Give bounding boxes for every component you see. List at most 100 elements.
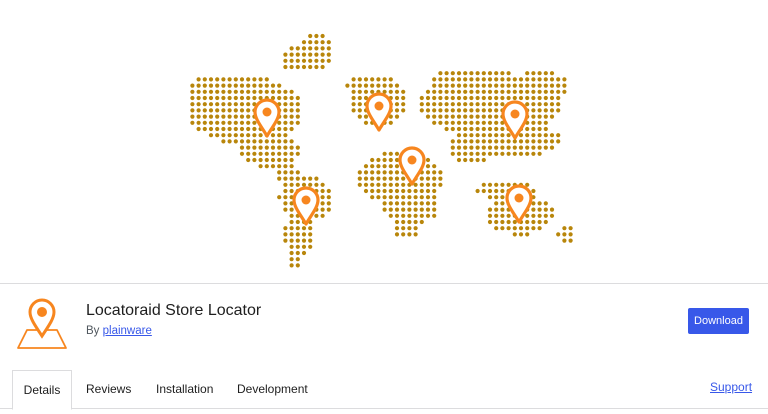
map-dot — [537, 120, 542, 125]
map-dot — [525, 133, 530, 138]
map-dot — [289, 226, 294, 231]
map-dot — [450, 151, 455, 156]
map-dot — [283, 120, 288, 125]
map-dot — [233, 102, 238, 107]
map-dot — [363, 77, 369, 82]
map-dot — [277, 83, 282, 88]
map-dot — [407, 219, 412, 225]
map-dot — [481, 157, 486, 163]
map-dot — [370, 188, 375, 194]
map-dot — [208, 126, 214, 132]
map-dot — [277, 139, 282, 144]
map-dot — [289, 188, 294, 194]
map-dot — [444, 71, 449, 76]
map-dot — [277, 195, 282, 200]
map-dot — [370, 83, 375, 88]
map-dot — [463, 71, 468, 76]
map-dot — [376, 170, 381, 175]
map-dot — [277, 126, 282, 132]
map-dot — [215, 77, 220, 82]
map-dot — [258, 145, 263, 150]
author-link[interactable]: plainware — [103, 325, 152, 337]
map-dot — [419, 219, 424, 225]
map-dot — [357, 176, 362, 181]
map-dot — [227, 108, 232, 113]
tab-installation[interactable]: Installation — [156, 370, 213, 408]
map-dot — [481, 102, 486, 107]
map-dot — [549, 102, 555, 107]
map-dot — [481, 120, 486, 125]
map-dot — [326, 46, 331, 51]
map-dot — [450, 89, 455, 94]
map-dot — [283, 133, 288, 138]
map-dot — [382, 195, 387, 200]
map-dot — [320, 58, 325, 63]
map-dot — [314, 58, 319, 63]
map-dot — [221, 83, 226, 88]
map-dot — [531, 83, 536, 88]
map-dot — [394, 108, 400, 113]
map-dot — [481, 114, 486, 119]
map-dot — [308, 33, 313, 39]
map-dot — [506, 139, 511, 144]
tab-details[interactable]: Details — [12, 370, 72, 410]
map-dot — [481, 145, 486, 150]
map-dot — [308, 58, 313, 63]
map-dot — [419, 176, 424, 181]
map-dot — [283, 170, 288, 175]
map-dot — [401, 207, 406, 212]
map-dot — [475, 77, 480, 82]
map-dot — [500, 188, 505, 194]
map-dot — [258, 139, 263, 144]
map-dot — [543, 207, 548, 212]
map-dot — [450, 71, 455, 76]
map-dot — [314, 52, 319, 57]
map-dot — [562, 226, 567, 231]
map-dot — [463, 139, 468, 144]
map-dot — [407, 226, 412, 231]
tab-development[interactable]: Development — [237, 370, 308, 408]
map-dot — [432, 114, 437, 119]
map-dot — [494, 145, 499, 150]
map-dot — [351, 102, 356, 107]
map-dot — [512, 83, 517, 88]
map-dot — [494, 102, 499, 107]
map-dot — [463, 157, 468, 163]
map-dot — [487, 108, 493, 113]
map-dot — [531, 226, 536, 231]
map-dot — [450, 102, 455, 107]
map-pin-icon — [501, 100, 529, 140]
map-dot — [512, 89, 517, 94]
map-dot — [388, 201, 393, 206]
map-dot — [283, 232, 288, 237]
map-dot — [388, 170, 393, 175]
map-dot — [295, 244, 300, 249]
map-dot — [494, 151, 499, 156]
map-dot — [270, 151, 276, 156]
map-dot — [227, 77, 232, 82]
map-dot — [481, 89, 486, 94]
tab-reviews[interactable]: Reviews — [86, 370, 131, 408]
map-dot — [270, 89, 276, 94]
download-button[interactable]: Download — [688, 308, 749, 334]
map-dot — [388, 120, 393, 125]
map-dot — [394, 213, 400, 218]
map-dot — [208, 77, 214, 82]
map-dot — [469, 102, 474, 107]
map-dot — [456, 120, 462, 125]
map-dot — [239, 120, 245, 125]
support-link[interactable]: Support — [710, 380, 752, 394]
map-dot — [407, 213, 412, 218]
map-dot — [543, 77, 548, 82]
map-dot — [419, 213, 424, 218]
map-dot — [481, 188, 486, 194]
map-dot — [562, 89, 567, 94]
map-dot — [506, 133, 511, 138]
map-dot — [506, 95, 511, 101]
map-dot — [326, 207, 331, 212]
map-dot — [487, 77, 493, 82]
map-dot — [407, 195, 412, 200]
map-dot — [202, 114, 207, 119]
map-dot — [283, 182, 288, 187]
map-dot — [438, 120, 443, 125]
